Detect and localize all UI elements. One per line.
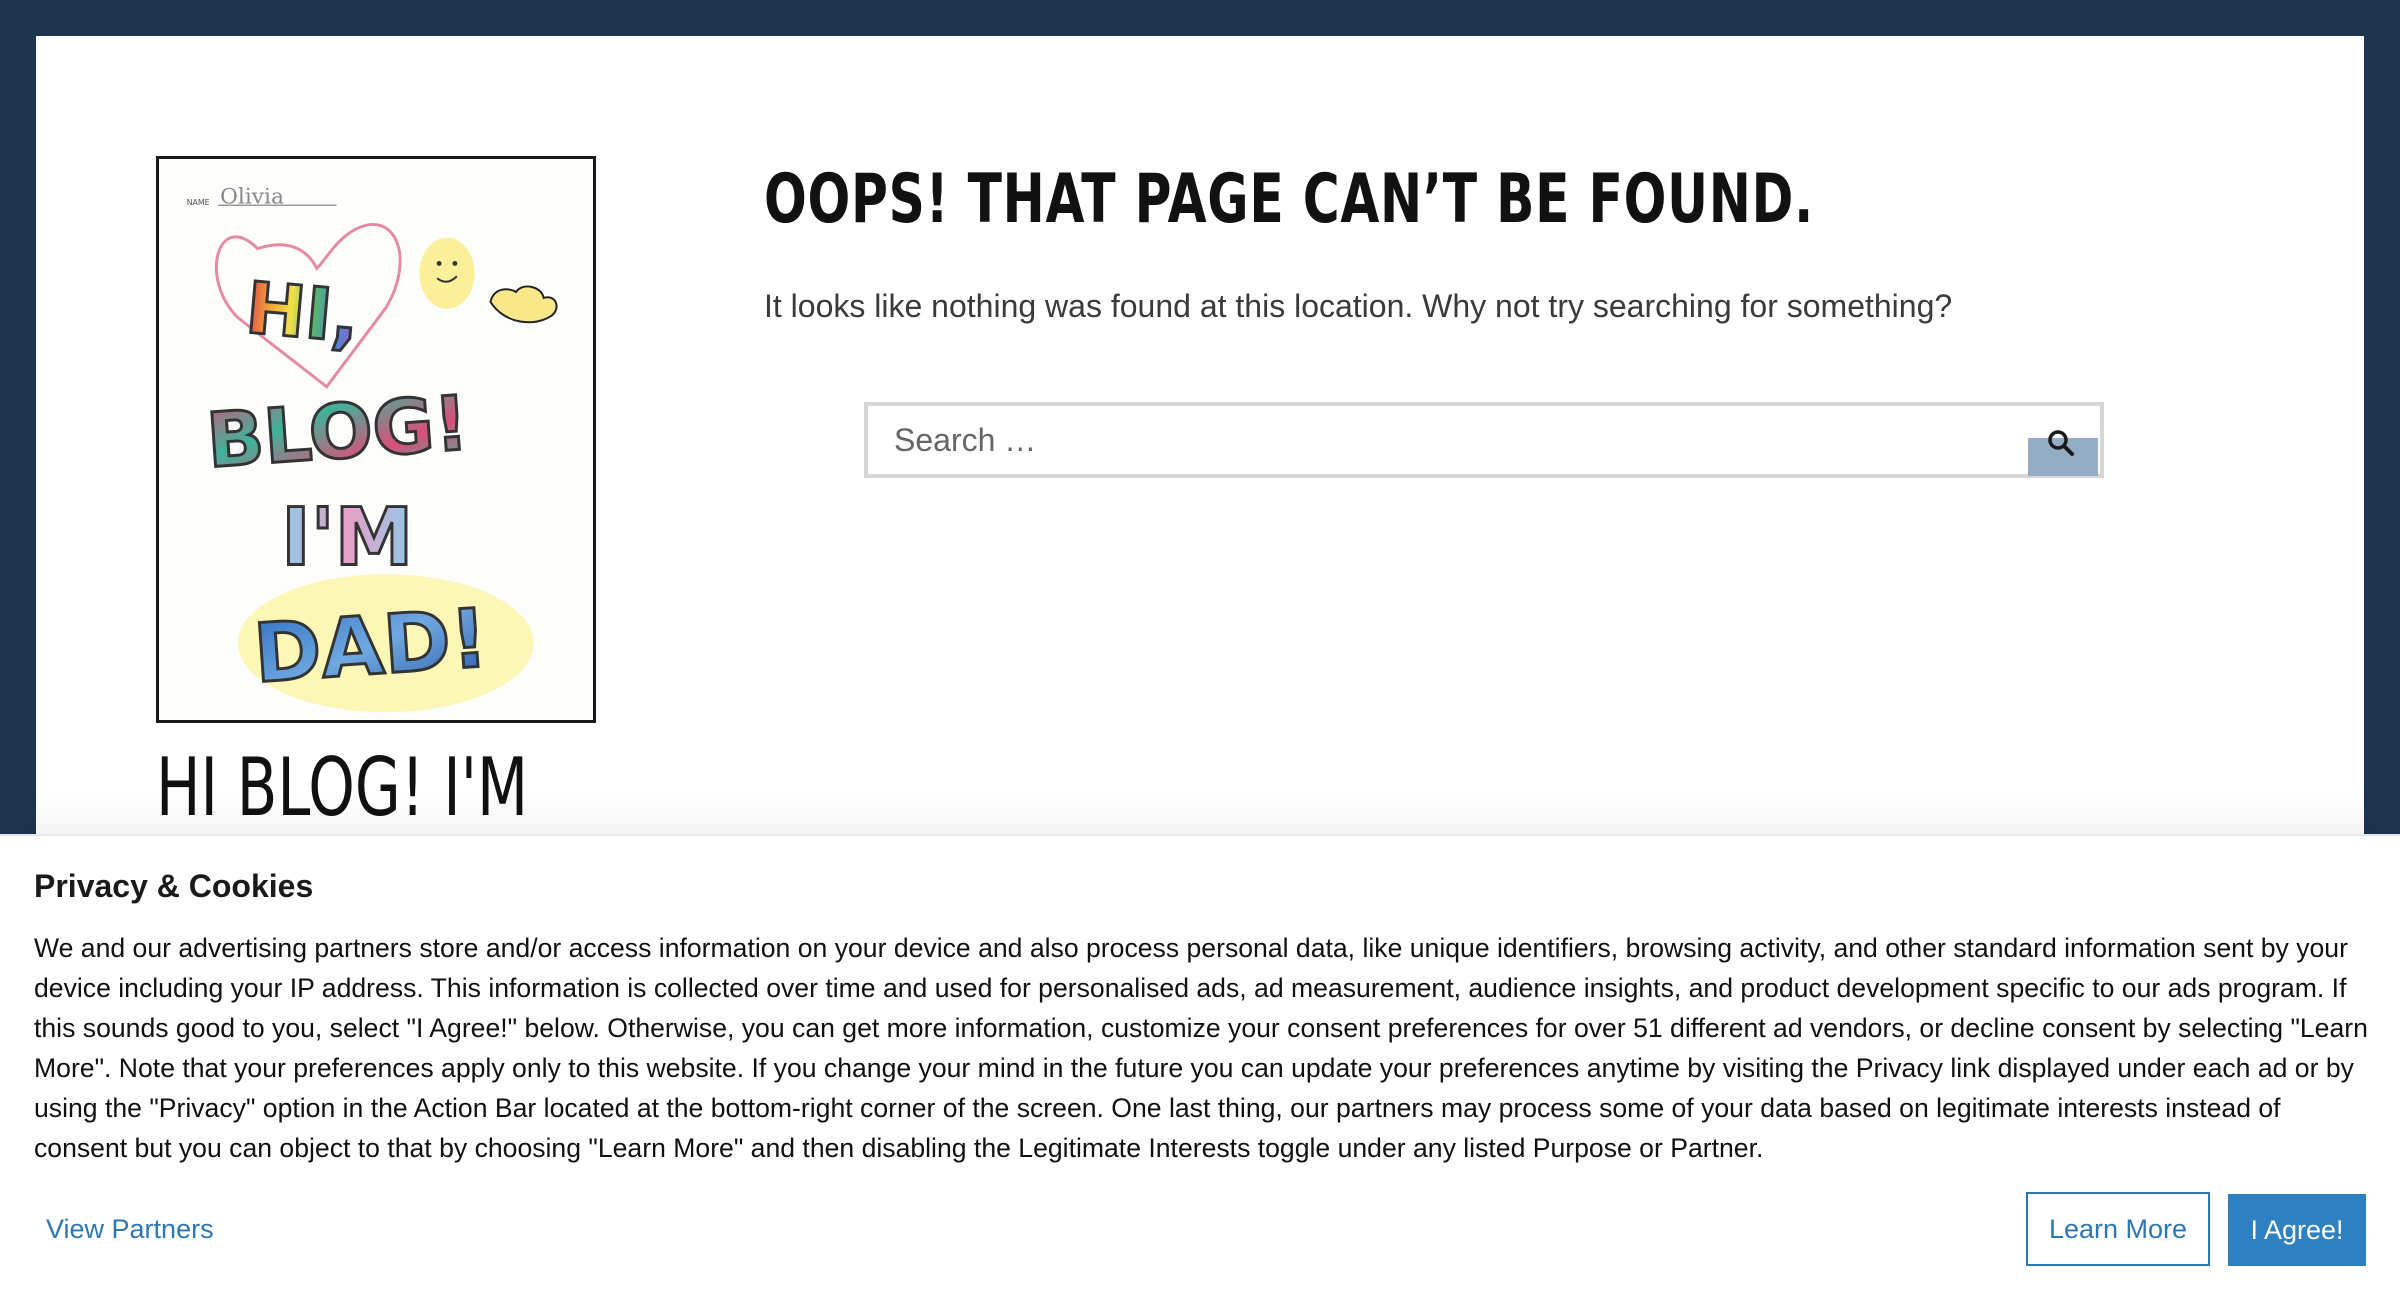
search-icon <box>2048 430 2074 456</box>
search-button[interactable] <box>2028 430 2098 476</box>
site-logo[interactable]: NAME Olivia HI, BLOG! I'M DAD! <box>156 156 596 723</box>
search-form <box>864 402 2104 478</box>
page-title: OOPS! THAT PAGE CAN’T BE FOUND. <box>764 160 1815 239</box>
cookie-banner-text: We and our advertising partners store an… <box>34 933 2368 1163</box>
cookie-consent-banner: Privacy & Cookies We and our advertising… <box>0 834 2400 1298</box>
logo-line-2: BLOG! <box>204 379 471 485</box>
logo-line-3: I'M <box>281 491 413 583</box>
not-found-message: It looks like nothing was found at this … <box>764 288 1953 324</box>
logo-line-1: HI, <box>243 266 363 359</box>
logo-drawing: NAME Olivia HI, BLOG! I'M DAD! <box>187 184 558 713</box>
logo-name-label: NAME <box>187 198 210 207</box>
cookie-banner-heading: Privacy & Cookies <box>34 868 314 904</box>
view-partners-link[interactable]: View Partners <box>46 1212 214 1246</box>
logo-name-value: Olivia <box>220 184 284 209</box>
site-title[interactable]: HI BLOG! I'M <box>156 740 528 836</box>
agree-button[interactable]: I Agree! <box>2228 1194 2366 1266</box>
search-input[interactable] <box>868 406 2018 474</box>
logo-line-4: DAD! <box>251 592 491 702</box>
learn-more-button[interactable]: Learn More <box>2026 1192 2210 1266</box>
